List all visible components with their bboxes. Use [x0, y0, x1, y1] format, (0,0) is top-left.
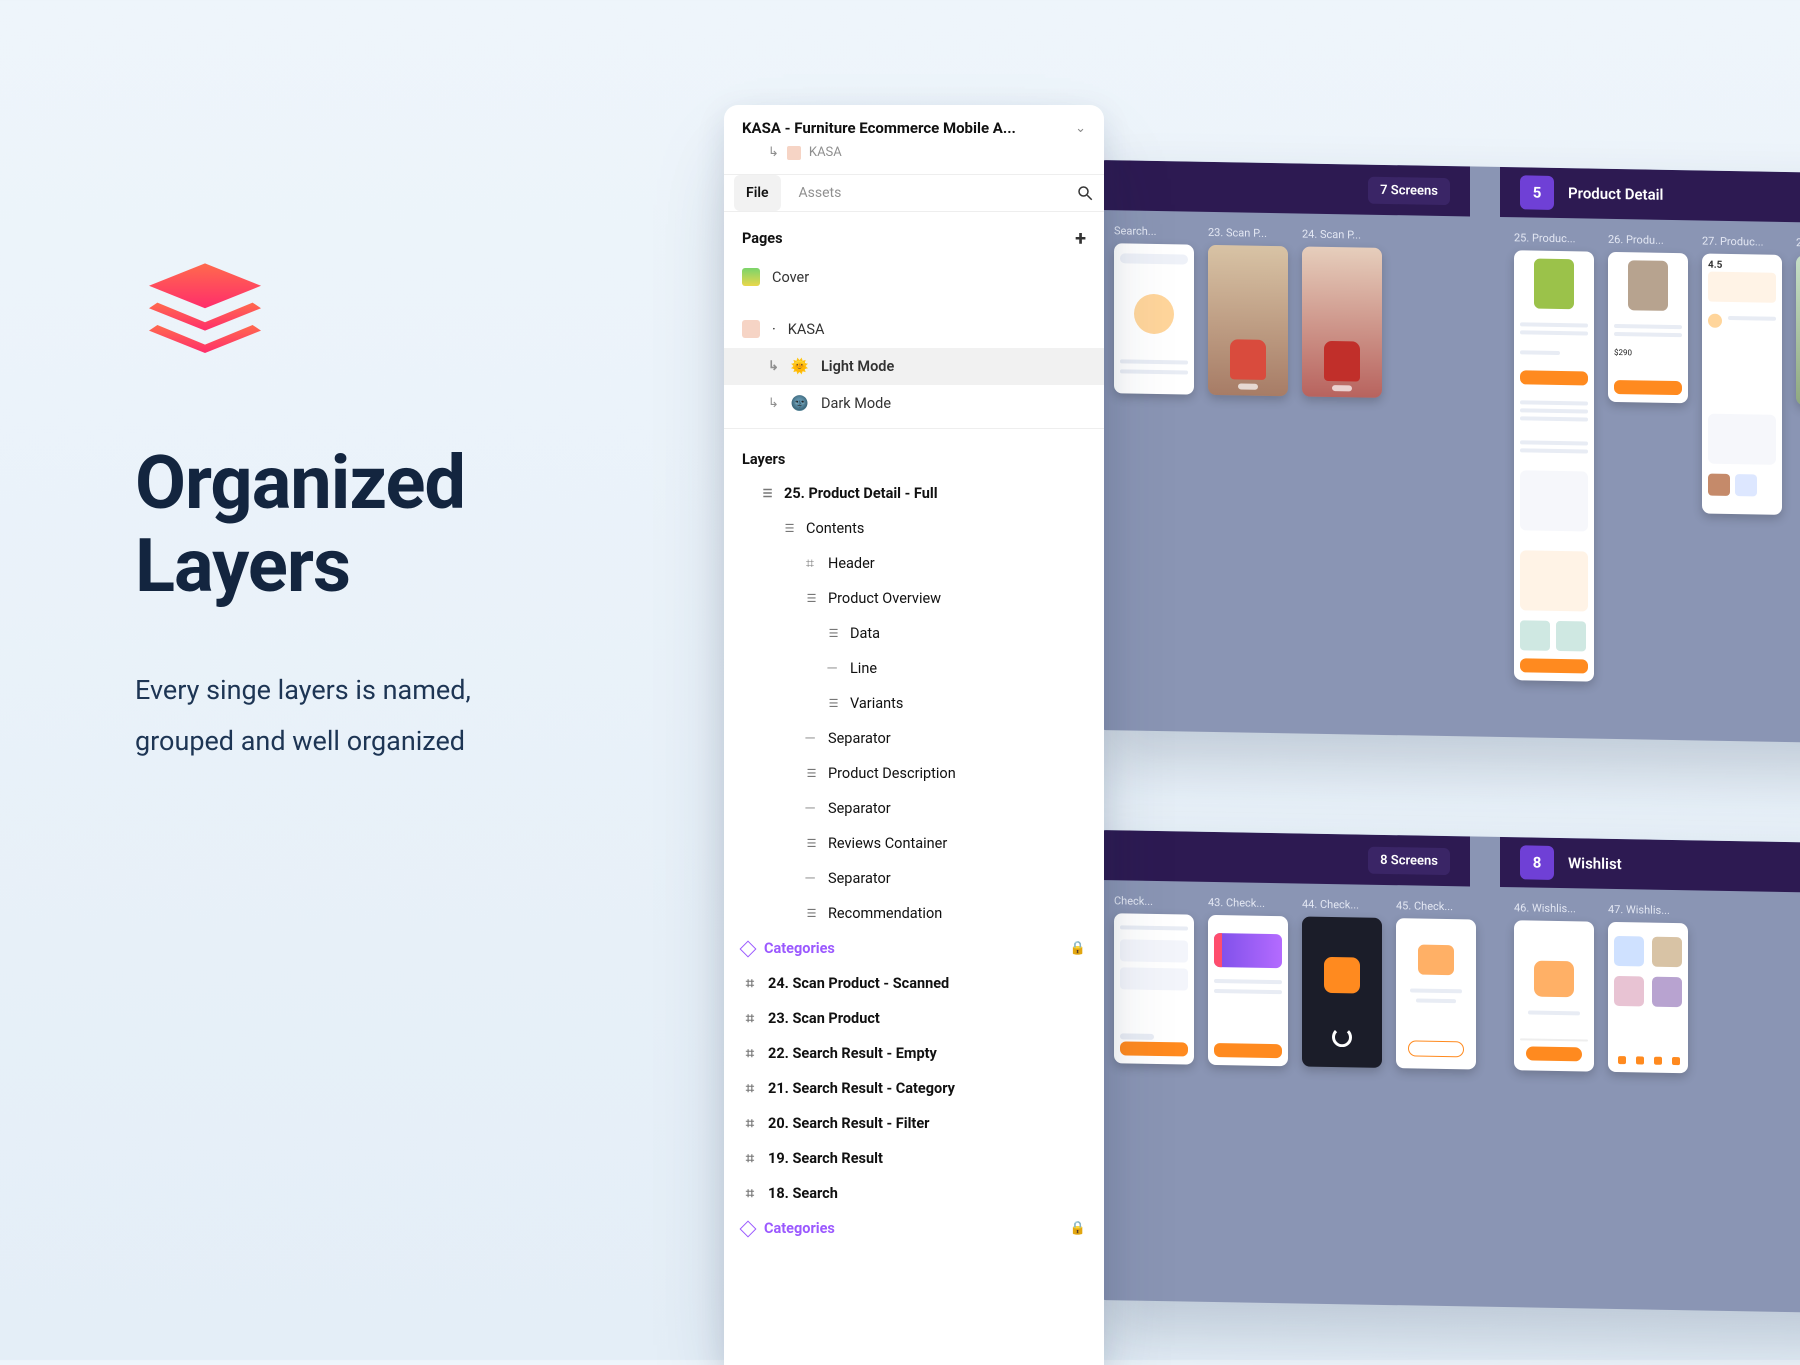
figma-layers-panel: KASA - Furniture Ecommerce Mobile A... ⌄…	[724, 105, 1104, 1365]
project-title: KASA - Furniture Ecommerce Mobile A...	[742, 119, 1016, 137]
layer-categories-2[interactable]: Categories 🔒	[724, 1211, 1104, 1246]
chair-icon	[787, 146, 801, 160]
page-light-mode[interactable]: ↳ 🌞 Light Mode	[724, 348, 1104, 385]
layer-separator-2[interactable]: Separator	[724, 791, 1104, 826]
layer-separator-1[interactable]: Separator	[724, 721, 1104, 756]
tab-file[interactable]: File	[734, 175, 781, 211]
layer-contents[interactable]: Contents	[724, 511, 1104, 546]
promo-title: Organized Layers	[135, 443, 635, 609]
promo-subtitle: Every singe layers is named, grouped and…	[135, 665, 635, 768]
page-dark-mode[interactable]: ↳ 🌚 Dark Mode	[724, 385, 1104, 422]
layer-frame-20[interactable]: 20. Search Result - Filter	[724, 1106, 1104, 1141]
thumb-search[interactable]: Search...	[1114, 224, 1194, 394]
indent-arrow-icon: ↳	[768, 359, 779, 374]
layer-frame-18[interactable]: 18. Search	[724, 1176, 1104, 1211]
cover-thumb-icon	[742, 268, 760, 286]
moon-emoji-icon: 🌚	[791, 395, 809, 412]
canvas-section-top: 7 Screens Search... 23. Scan P...	[1100, 160, 1800, 745]
layers-logo-icon	[135, 255, 275, 395]
thumb-28[interactable]: 28. AR T...	[1796, 236, 1800, 686]
screens-count: 7 Screens	[1368, 176, 1450, 204]
chair-icon	[742, 320, 760, 338]
canvas-section-bottom: 8 Screens Check... 43. Check...	[1100, 830, 1800, 1315]
layer-reviews-container[interactable]: Reviews Container	[724, 826, 1104, 861]
breadcrumb: ↳ KASA	[724, 143, 1104, 174]
add-page-button[interactable]: +	[1075, 228, 1086, 248]
component-icon	[740, 1220, 757, 1237]
layer-recommendation[interactable]: Recommendation	[724, 896, 1104, 931]
thumb-wish-46[interactable]: 46. Wishlis...	[1514, 901, 1594, 1071]
thumb-check-44[interactable]: 44. Check...	[1302, 898, 1382, 1068]
lock-icon: 🔒	[1070, 1221, 1086, 1236]
indent-arrow-icon: ↳	[768, 396, 779, 411]
section-title: Wishlist	[1568, 854, 1622, 873]
screens-count: 8 Screens	[1368, 846, 1450, 874]
page-cover[interactable]: Cover	[724, 258, 1104, 296]
section-bar-product-detail: 5 Product Detail	[1500, 167, 1800, 225]
layer-frame-25[interactable]: 25. Product Detail - Full	[724, 476, 1104, 511]
layer-frame-19[interactable]: 19. Search Result	[724, 1141, 1104, 1176]
layer-data[interactable]: Data	[724, 616, 1104, 651]
thumb-26[interactable]: 26. Produ... $290	[1608, 233, 1688, 683]
layer-product-overview[interactable]: Product Overview	[724, 581, 1104, 616]
section-title: Product Detail	[1568, 184, 1663, 204]
promo-block: Organized Layers Every singe layers is n…	[135, 255, 635, 767]
thumb-25[interactable]: 25. Produc...	[1514, 231, 1594, 681]
thumb-scan-24[interactable]: 24. Scan P...	[1302, 228, 1382, 398]
thumb-wish-47[interactable]: 47. Wishlis...	[1608, 903, 1688, 1073]
search-icon[interactable]	[1076, 184, 1094, 202]
layer-frame-23[interactable]: 23. Scan Product	[724, 1001, 1104, 1036]
indent-arrow-icon: ↳	[768, 145, 779, 160]
thumb-27[interactable]: 27. Produc... 4.5	[1702, 235, 1782, 685]
sun-emoji-icon: 🌞	[791, 358, 809, 375]
tab-assets[interactable]: Assets	[787, 175, 854, 211]
thumb-check-1[interactable]: Check...	[1114, 894, 1194, 1064]
chevron-down-icon: ⌄	[1075, 121, 1086, 136]
layer-frame-24[interactable]: 24. Scan Product - Scanned	[724, 966, 1104, 1001]
section-bar-checkout: 8 Screens	[1100, 830, 1470, 886]
layer-header[interactable]: Header	[724, 546, 1104, 581]
section-number-badge: 5	[1520, 175, 1554, 210]
thumb-check-43[interactable]: 43. Check...	[1208, 896, 1288, 1066]
layer-variants[interactable]: Variants	[724, 686, 1104, 721]
lock-icon: 🔒	[1070, 941, 1086, 956]
section-bar-search: 7 Screens	[1100, 160, 1470, 216]
layer-product-description[interactable]: Product Description	[724, 756, 1104, 791]
section-number-badge: 8	[1520, 845, 1554, 880]
layer-categories-1[interactable]: Categories 🔒	[724, 931, 1104, 966]
thumb-check-45[interactable]: 45. Check...	[1396, 899, 1476, 1069]
layers-heading: Layers	[724, 435, 1104, 476]
layer-frame-22[interactable]: 22. Search Result - Empty	[724, 1036, 1104, 1071]
thumb-scan-23[interactable]: 23. Scan P...	[1208, 226, 1288, 396]
layer-separator-3[interactable]: Separator	[724, 861, 1104, 896]
page-kasa[interactable]: · KASA	[724, 310, 1104, 348]
layer-line[interactable]: Line	[724, 651, 1104, 686]
layer-frame-21[interactable]: 21. Search Result - Category	[724, 1071, 1104, 1106]
pages-heading: Pages	[742, 230, 783, 247]
component-icon	[740, 940, 757, 957]
project-switcher[interactable]: KASA - Furniture Ecommerce Mobile A... ⌄	[724, 105, 1104, 143]
section-bar-wishlist: 8 Wishlist	[1500, 837, 1800, 895]
